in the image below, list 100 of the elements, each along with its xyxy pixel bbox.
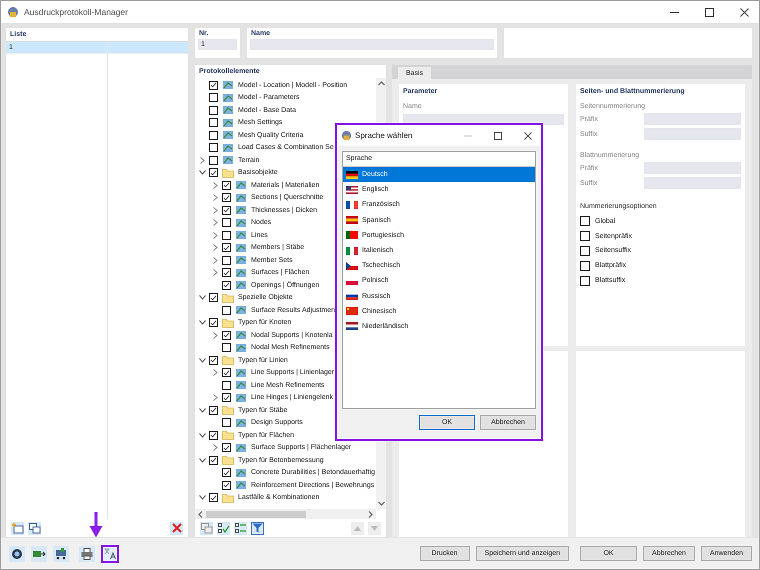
collapse-chevron-icon[interactable]: [199, 170, 206, 176]
checkbox[interactable]: [580, 246, 590, 256]
checkbox[interactable]: [580, 216, 590, 226]
checkbox[interactable]: [209, 456, 218, 465]
scroll-left-icon[interactable]: [198, 510, 203, 518]
checkbox[interactable]: [209, 293, 218, 302]
checkbox[interactable]: [222, 343, 231, 352]
checkbox[interactable]: [209, 318, 218, 328]
collapse-chevron-icon[interactable]: [199, 458, 206, 463]
checkbox[interactable]: [580, 276, 590, 286]
expand-chevron-icon[interactable]: [213, 369, 218, 376]
flag-icon: [346, 170, 358, 179]
scroll-right-icon[interactable]: [368, 510, 373, 518]
copy-list-button[interactable]: [28, 522, 41, 534]
collapse-chevron-icon[interactable]: [199, 495, 206, 500]
text-field[interactable]: [644, 113, 741, 125]
object-icon: [235, 255, 247, 266]
object-icon: [235, 342, 247, 353]
collapse-chevron-icon[interactable]: [199, 295, 206, 300]
folder-icon: [222, 405, 234, 416]
dialog-title: Sprache wählen: [355, 131, 412, 140]
checkbox[interactable]: [222, 268, 231, 278]
close-icon: [740, 8, 748, 16]
checkbox[interactable]: [222, 330, 231, 340]
checkbox[interactable]: [222, 243, 231, 252]
expand-chevron-icon[interactable]: [213, 194, 218, 202]
text-field[interactable]: [644, 177, 741, 189]
object-icon: [222, 142, 234, 153]
filter-button[interactable]: [251, 522, 264, 534]
checkbox[interactable]: [222, 368, 231, 378]
folder-icon: [222, 168, 234, 178]
toggle-checks-button[interactable]: [234, 522, 247, 534]
object-icon: [222, 92, 234, 103]
cart-icon: [55, 548, 67, 560]
flag-icon: [346, 292, 358, 300]
export-icon: [32, 548, 46, 558]
export-button[interactable]: [31, 546, 47, 562]
checkbox[interactable]: [580, 260, 590, 271]
expand-chevron-icon[interactable]: [213, 182, 218, 189]
collapse-chevron-icon[interactable]: [199, 408, 206, 413]
name-field[interactable]: [250, 39, 494, 50]
expand-chevron-icon[interactable]: [213, 332, 218, 339]
expand-chevron-icon[interactable]: [213, 394, 218, 402]
checkbox[interactable]: [222, 206, 231, 215]
checkbox[interactable]: [209, 118, 218, 128]
check-all-button[interactable]: [217, 522, 230, 534]
flag-icon: [346, 307, 358, 316]
delete-button[interactable]: [170, 522, 183, 534]
scroll-down-icon[interactable]: [378, 501, 384, 506]
horizontal-scrollbar[interactable]: [195, 509, 376, 519]
object-icon: [222, 130, 234, 140]
translate-button[interactable]: [101, 544, 119, 562]
checkbox[interactable]: [222, 280, 231, 290]
help-button[interactable]: [9, 546, 25, 562]
expand-chevron-icon[interactable]: [213, 206, 218, 214]
scroll-up-icon[interactable]: [378, 81, 384, 86]
object-icon: [222, 118, 234, 128]
checkbox[interactable]: [209, 168, 218, 178]
checkbox[interactable]: [209, 106, 218, 115]
flag-icon: [346, 216, 358, 224]
checkbox[interactable]: [209, 93, 218, 102]
checkbox[interactable]: [209, 80, 218, 90]
checkbox[interactable]: [222, 193, 231, 202]
checkbox[interactable]: [222, 418, 231, 428]
checkbox[interactable]: [222, 180, 231, 190]
expand-chevron-icon[interactable]: [213, 232, 218, 239]
windows-button[interactable]: [200, 522, 213, 534]
checkbox[interactable]: [209, 430, 218, 440]
checkbox[interactable]: [222, 393, 231, 402]
expand-chevron-icon[interactable]: [213, 256, 218, 264]
text-field[interactable]: [644, 128, 741, 140]
checkbox[interactable]: [209, 356, 218, 365]
checkbox[interactable]: [222, 230, 231, 240]
flag-icon: [346, 262, 358, 270]
collapse-chevron-icon[interactable]: [199, 358, 206, 363]
expand-chevron-icon[interactable]: [200, 156, 205, 164]
checkbox[interactable]: [209, 130, 218, 140]
expand-chevron-icon[interactable]: [213, 269, 218, 276]
checkbox[interactable]: [222, 256, 231, 265]
text-field[interactable]: [644, 162, 741, 174]
checkbox[interactable]: [209, 493, 218, 502]
checkbox[interactable]: [222, 218, 231, 228]
collapse-chevron-icon[interactable]: [199, 432, 206, 438]
checkbox[interactable]: [222, 306, 231, 315]
checkbox[interactable]: [222, 443, 231, 452]
checkbox[interactable]: [222, 380, 231, 390]
expand-chevron-icon[interactable]: [213, 444, 218, 452]
checkbox[interactable]: [209, 156, 218, 165]
new-list-button[interactable]: [11, 522, 24, 534]
object-icon: [222, 80, 234, 90]
checkbox[interactable]: [209, 406, 218, 415]
checkbox[interactable]: [580, 231, 590, 242]
checkbox[interactable]: [209, 143, 218, 152]
print-setup-button[interactable]: [79, 546, 95, 562]
checkbox[interactable]: [222, 468, 231, 478]
collapse-chevron-icon[interactable]: [199, 320, 206, 326]
expand-chevron-icon[interactable]: [213, 219, 218, 226]
expand-chevron-icon[interactable]: [213, 244, 218, 252]
checkbox[interactable]: [222, 480, 231, 490]
object-icon: [235, 380, 247, 390]
